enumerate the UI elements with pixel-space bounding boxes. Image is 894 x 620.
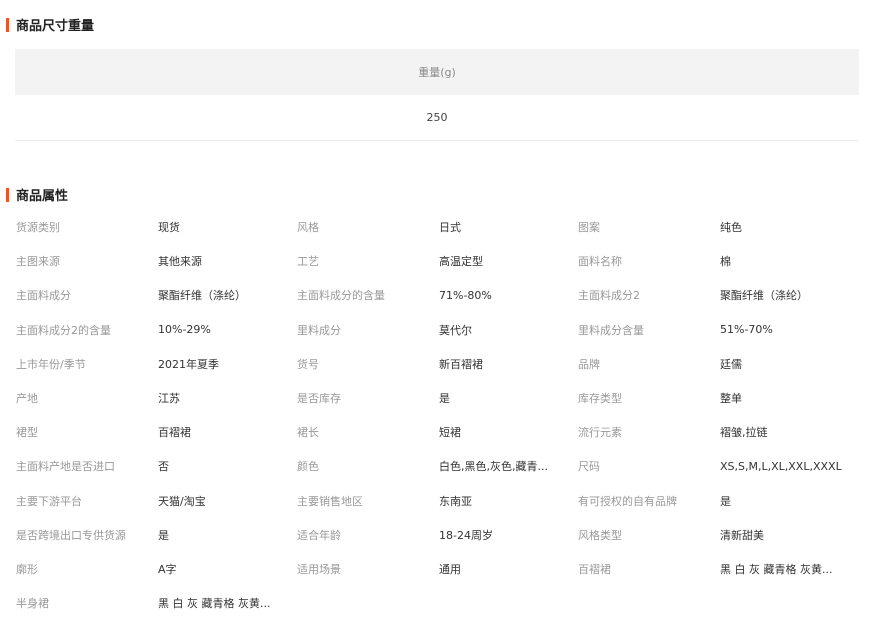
attributes-grid: 货源类别 现货 风格 日式 图案 纯色主图来源 其他来源 工艺 高温定型 面料名称 棉主面料成分 聚酯… — [16, 210, 876, 620]
attribute-value: 71%-80% — [439, 288, 492, 302]
attribute-value: 聚酯纤维（涤纶） — [720, 289, 808, 303]
attributes-title-text: 商品属性 — [16, 189, 69, 204]
size-weight-table: 重量(g) 250 — [15, 49, 859, 141]
attribute-value: 高温定型 — [439, 255, 483, 269]
attribute-label: 主面料成分2的含量 — [16, 323, 111, 337]
attribute-label: 流行元素 — [578, 426, 622, 440]
attribute-label: 适合年龄 — [297, 528, 341, 542]
size-weight-section-title: 商品尺寸重量 — [6, 15, 94, 34]
attribute-row: 裙型 百褶裙 裙长 短裙 流行元素 褶皱,拉链 — [16, 415, 876, 449]
attribute-value: 褶皱,拉链 — [720, 426, 768, 440]
attribute-label: 风格类型 — [578, 528, 622, 542]
attribute-label: 主要下游平台 — [16, 494, 82, 508]
attribute-row: 半身裙 黑 白 灰 藏青格 灰黄... — [16, 586, 876, 620]
attribute-label: 有可授权的自有品牌 — [578, 494, 677, 508]
attribute-label: 主面料成分 — [16, 289, 71, 303]
attribute-label: 裙型 — [16, 426, 38, 440]
attribute-value: 黑 白 灰 藏青格 灰黄... — [720, 562, 833, 576]
attribute-value: 百褶裙 — [158, 426, 191, 440]
attribute-label: 货源类别 — [16, 221, 60, 235]
attribute-label: 主面料成分2 — [578, 289, 640, 303]
attribute-value: 现货 — [158, 221, 180, 235]
attribute-row: 主要下游平台 天猫/淘宝 主要销售地区 东南亚 有可授权的自有品牌 是 — [16, 484, 876, 518]
attribute-label: 半身裙 — [16, 597, 49, 611]
attribute-label: 货号 — [297, 357, 319, 371]
attribute-value: 白色,黑色,灰色,藏青... — [439, 460, 548, 474]
attribute-label: 百褶裙 — [578, 562, 611, 576]
attribute-value: 清新甜美 — [720, 528, 764, 542]
attribute-value: 通用 — [439, 562, 461, 576]
attribute-label: 主面料成分的含量 — [297, 289, 385, 303]
attribute-label: 上市年份/季节 — [16, 357, 86, 371]
attribute-value: 聚酯纤维（涤纶） — [158, 289, 246, 303]
attribute-label: 工艺 — [297, 255, 319, 269]
attribute-value: 是 — [158, 528, 169, 542]
attribute-row: 产地 江苏 是否库存 是 库存类型 整单 — [16, 381, 876, 415]
attribute-label: 尺码 — [578, 460, 600, 474]
attribute-row: 主面料产地是否进口 否 颜色 白色,黑色,灰色,藏青... 尺码 XS,S,M,L,XL,… — [16, 449, 876, 483]
attribute-value: 廷儒 — [720, 357, 742, 371]
attribute-row: 主图来源 其他来源 工艺 高温定型 面料名称 棉 — [16, 244, 876, 278]
attribute-row: 货源类别 现货 风格 日式 图案 纯色 — [16, 210, 876, 244]
attribute-value: 短裙 — [439, 426, 461, 440]
attribute-row: 是否跨境出口专供货源 是 适合年龄 18-24周岁 风格类型 清新甜美 — [16, 518, 876, 552]
attribute-label: 图案 — [578, 221, 600, 235]
attribute-value: 51%-70% — [720, 323, 773, 337]
attribute-value: 10%-29% — [158, 323, 211, 337]
attribute-row: 主面料成分2的含量 10%-29% 里料成分 莫代尔 里料成分含量 51%-70% — [16, 313, 876, 347]
attribute-value: 棉 — [720, 255, 731, 269]
attribute-label: 品牌 — [578, 357, 600, 371]
attribute-label: 是否库存 — [297, 392, 341, 406]
attribute-label: 颜色 — [297, 460, 319, 474]
attribute-value: 莫代尔 — [439, 323, 472, 337]
attribute-value: 2021年夏季 — [158, 357, 219, 371]
weight-value-cell: 250 — [15, 95, 859, 141]
attribute-label: 主面料产地是否进口 — [16, 460, 115, 474]
attribute-value: 整单 — [720, 392, 742, 406]
size-weight-title-text: 商品尺寸重量 — [16, 19, 95, 34]
attribute-value: 其他来源 — [158, 255, 202, 269]
attribute-value: 18-24周岁 — [439, 528, 493, 542]
attribute-row: 主面料成分 聚酯纤维（涤纶） 主面料成分的含量 71%-80% 主面料成分2 聚酯纤维（涤… — [16, 278, 876, 312]
attribute-value: 否 — [158, 460, 169, 474]
attribute-value: A字 — [158, 562, 177, 576]
attribute-label: 里料成分 — [297, 323, 341, 337]
title-accent-bar — [6, 187, 9, 202]
attribute-label: 产地 — [16, 392, 38, 406]
attribute-label: 裙长 — [297, 426, 319, 440]
attribute-label: 适用场景 — [297, 562, 341, 576]
attribute-label: 风格 — [297, 221, 319, 235]
attribute-row: 上市年份/季节 2021年夏季 货号 新百褶裙 品牌 廷儒 — [16, 347, 876, 381]
attribute-value: 新百褶裙 — [439, 357, 483, 371]
attributes-section-title: 商品属性 — [6, 185, 68, 204]
attribute-value: 江苏 — [158, 392, 180, 406]
attribute-value: 是 — [439, 392, 450, 406]
attribute-row: 廓形 A字 适用场景 通用 百褶裙 黑 白 灰 藏青格 灰黄... — [16, 552, 876, 586]
attribute-label: 库存类型 — [578, 392, 622, 406]
attribute-label: 主要销售地区 — [297, 494, 363, 508]
attribute-value: 东南亚 — [439, 494, 472, 508]
attribute-label: 是否跨境出口专供货源 — [16, 528, 126, 542]
attribute-value: 日式 — [439, 221, 461, 235]
attribute-label: 廓形 — [16, 562, 38, 576]
attribute-label: 里料成分含量 — [578, 323, 644, 337]
attribute-value: XS,S,M,L,XL,XXL,XXXL — [720, 459, 842, 473]
attribute-value: 纯色 — [720, 221, 742, 235]
title-accent-bar — [6, 17, 9, 32]
weight-column-header: 重量(g) — [15, 49, 859, 95]
attribute-label: 面料名称 — [578, 255, 622, 269]
attribute-value: 黑 白 灰 藏青格 灰黄... — [158, 597, 271, 611]
attribute-label: 主图来源 — [16, 255, 60, 269]
attribute-value: 是 — [720, 494, 731, 508]
attribute-value: 天猫/淘宝 — [158, 494, 206, 508]
